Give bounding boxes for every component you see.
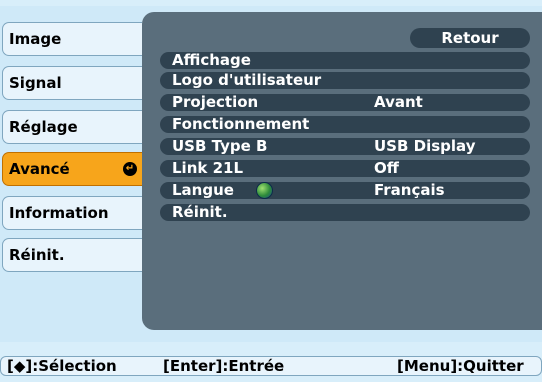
enter-icon: ↵ [123, 162, 137, 176]
menu-tab-reglage[interactable]: Réglage [2, 110, 142, 144]
submenu-item-link-21l[interactable]: Link 21L Off [160, 160, 530, 177]
menu-tab-label: Réinit. [9, 246, 65, 264]
submenu-item-value: USB Display [374, 137, 476, 155]
submenu-item-label: Fonctionnement [172, 115, 310, 133]
help-quit: [Menu]:Quitter [397, 357, 524, 375]
submenu-item-label: Logo d'utilisateur [172, 71, 322, 89]
submenu-item-fonctionnement[interactable]: Fonctionnement [160, 116, 530, 133]
globe-icon [256, 182, 273, 199]
submenu-panel: Retour Affichage Logo d'utilisateur Proj… [142, 12, 542, 330]
menu-tab-label: Information [9, 204, 109, 222]
back-button[interactable]: Retour [410, 28, 530, 48]
menu-tab-reinit[interactable]: Réinit. [2, 238, 142, 272]
menu-tab-label: Image [9, 30, 62, 48]
submenu-item-affichage[interactable]: Affichage [160, 52, 530, 69]
menu-tab-label: Signal [9, 74, 62, 92]
help-select: [◆]:Sélection [7, 357, 117, 375]
submenu-item-label: Link 21L [172, 159, 244, 177]
menu-tab-label: Avancé [9, 160, 70, 178]
menu-tab-signal[interactable]: Signal [2, 66, 142, 100]
submenu-item-label: USB Type B [172, 137, 268, 155]
help-enter: [Enter]:Entrée [163, 357, 285, 375]
submenu-item-value: Avant [374, 93, 423, 111]
submenu-item-logo[interactable]: Logo d'utilisateur [160, 72, 530, 89]
submenu-item-value: Français [374, 181, 445, 199]
submenu-item-label: Projection [172, 93, 259, 111]
submenu-item-label: Réinit. [172, 203, 228, 221]
submenu-item-label: Affichage [172, 51, 251, 69]
menu-tab-label: Réglage [9, 118, 78, 136]
submenu-item-value: Off [374, 159, 399, 177]
menu-tab-avance[interactable]: Avancé ↵ [2, 152, 142, 186]
submenu-item-reinit[interactable]: Réinit. [160, 204, 530, 221]
menu-tab-image[interactable]: Image [2, 22, 142, 56]
help-bar: [◆]:Sélection [Enter]:Entrée [Menu]:Quit… [0, 356, 542, 376]
submenu-item-usb-type-b[interactable]: USB Type B USB Display [160, 138, 530, 155]
submenu-item-label: Langue [172, 181, 234, 199]
submenu-item-projection[interactable]: Projection Avant [160, 94, 530, 111]
submenu-item-langue[interactable]: Langue Français [160, 182, 530, 199]
menu-tab-information[interactable]: Information [2, 196, 142, 230]
